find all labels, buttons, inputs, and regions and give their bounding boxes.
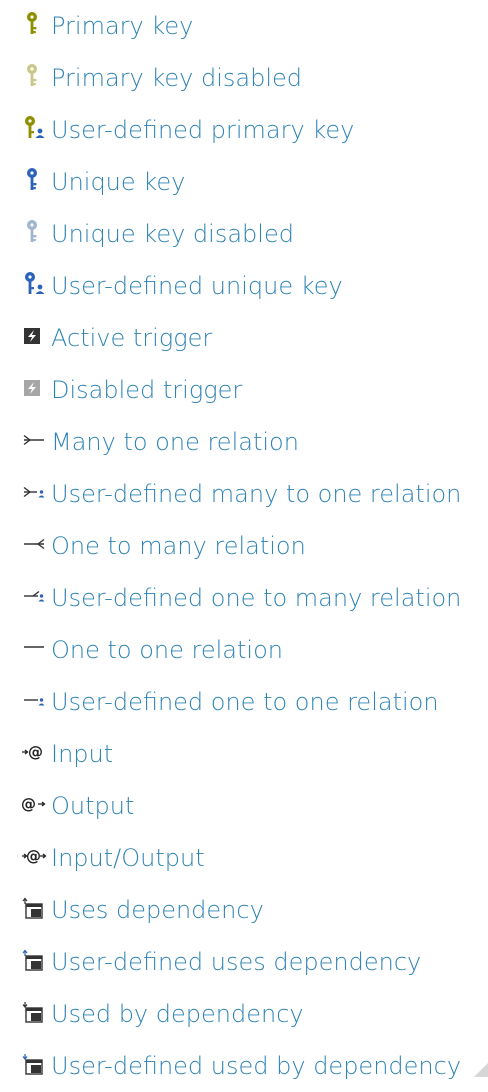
primary-key-disabled-icon bbox=[22, 62, 46, 90]
legend-item-user-defined-uses-dependency: User-defined uses dependency bbox=[0, 936, 488, 988]
input-output-icon: @ bbox=[22, 842, 47, 870]
many-to-one-relation-icon bbox=[22, 426, 46, 454]
input-icon: @ bbox=[22, 738, 46, 766]
legend-label: Many to one relation bbox=[51, 428, 299, 456]
one-to-many-relation-icon bbox=[22, 530, 46, 558]
legend-label: User-defined used by dependency bbox=[51, 1052, 462, 1080]
legend-label: Primary key disabled bbox=[51, 64, 303, 92]
svg-text:@: @ bbox=[28, 743, 43, 761]
user-defined-used-by-dependency-icon bbox=[22, 1050, 46, 1078]
legend-label: User-defined uses dependency bbox=[51, 948, 422, 976]
disabled-trigger-icon bbox=[22, 374, 46, 402]
legend-item-user-defined-unique-key: User-defined unique key bbox=[0, 260, 488, 312]
legend-label: User-defined many to one relation bbox=[51, 480, 462, 508]
legend-item-one-to-one-relation: One to one relation bbox=[0, 624, 488, 676]
unique-key-icon bbox=[22, 166, 46, 194]
legend-label: Used by dependency bbox=[51, 1000, 304, 1028]
legend-label: Output bbox=[51, 792, 135, 820]
user-defined-primary-key-icon bbox=[22, 114, 46, 142]
legend-item-user-defined-primary-key: User-defined primary key bbox=[0, 104, 488, 156]
used-by-dependency-icon bbox=[22, 998, 46, 1026]
legend-item-active-trigger: Active trigger bbox=[0, 312, 488, 364]
legend-label: Disabled trigger bbox=[51, 376, 243, 404]
uses-dependency-icon bbox=[22, 894, 46, 922]
user-defined-uses-dependency-icon bbox=[22, 946, 46, 974]
active-trigger-icon bbox=[22, 322, 46, 350]
legend-label: Input bbox=[51, 740, 114, 768]
legend-label: Uses dependency bbox=[51, 896, 264, 924]
user-defined-one-to-one-relation-icon bbox=[22, 686, 46, 714]
legend-item-input-output: @ Input/Output bbox=[0, 832, 488, 884]
legend-label: Primary key bbox=[51, 12, 194, 40]
output-icon: @ bbox=[21, 790, 46, 818]
legend-label: Input/Output bbox=[51, 844, 205, 872]
one-to-one-relation-icon bbox=[22, 634, 46, 662]
legend-item-primary-key-disabled: Primary key disabled bbox=[0, 52, 488, 104]
legend-item-used-by-dependency: Used by dependency bbox=[0, 988, 488, 1040]
svg-text:@: @ bbox=[26, 847, 41, 865]
legend-item-many-to-one-relation: Many to one relation bbox=[0, 416, 488, 468]
user-defined-one-to-many-relation-icon bbox=[22, 582, 46, 610]
legend-item-input: @ Input bbox=[0, 728, 488, 780]
resize-grip[interactable] bbox=[474, 1063, 488, 1077]
svg-text:@: @ bbox=[21, 795, 36, 813]
legend-label: User-defined unique key bbox=[51, 272, 343, 300]
legend-item-uses-dependency: Uses dependency bbox=[0, 884, 488, 936]
legend-label: User-defined primary key bbox=[51, 116, 355, 144]
legend-label: User-defined one to many relation bbox=[51, 584, 462, 612]
legend-item-user-defined-many-to-one-relation: User-defined many to one relation bbox=[0, 468, 488, 520]
unique-key-disabled-icon bbox=[22, 218, 46, 246]
legend-item-output: @ Output bbox=[0, 780, 488, 832]
user-defined-many-to-one-relation-icon bbox=[22, 478, 46, 506]
legend-label: Active trigger bbox=[51, 324, 213, 352]
legend-item-user-defined-one-to-one-relation: User-defined one to one relation bbox=[0, 676, 488, 728]
icon-legend-list: Primary key Primary key disabled User-de… bbox=[0, 0, 488, 1092]
legend-item-unique-key: Unique key bbox=[0, 156, 488, 208]
legend-item-one-to-many-relation: One to many relation bbox=[0, 520, 488, 572]
legend-item-unique-key-disabled: Unique key disabled bbox=[0, 208, 488, 260]
legend-label: One to many relation bbox=[51, 532, 306, 560]
user-defined-unique-key-icon bbox=[22, 270, 46, 298]
legend-item-disabled-trigger: Disabled trigger bbox=[0, 364, 488, 416]
legend-item-user-defined-used-by-dependency: User-defined used by dependency bbox=[0, 1040, 488, 1092]
primary-key-icon bbox=[22, 10, 46, 38]
legend-item-primary-key: Primary key bbox=[0, 0, 488, 52]
legend-label: One to one relation bbox=[51, 636, 283, 664]
legend-item-user-defined-one-to-many-relation: User-defined one to many relation bbox=[0, 572, 488, 624]
legend-label: Unique key disabled bbox=[51, 220, 294, 248]
legend-label: User-defined one to one relation bbox=[51, 688, 439, 716]
legend-label: Unique key bbox=[51, 168, 186, 196]
